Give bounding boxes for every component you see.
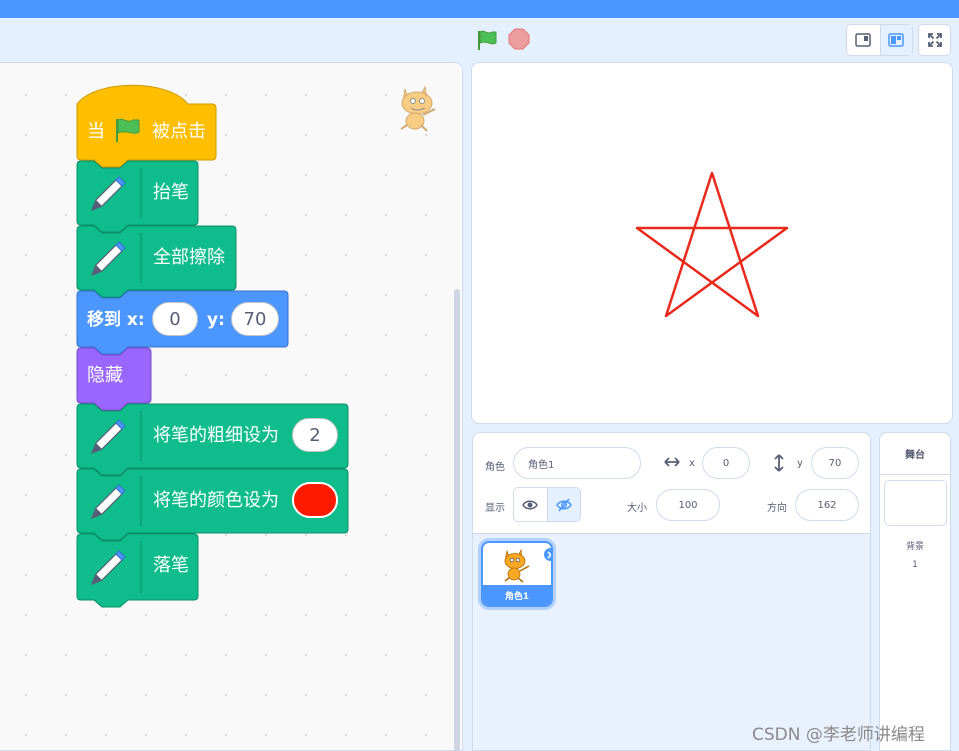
visibility-toggle	[513, 487, 581, 522]
stage-selector[interactable]: 舞台 背景 1	[879, 432, 951, 751]
stage-pane-title: 舞台	[880, 433, 950, 475]
pen-color-swatch[interactable]	[292, 482, 338, 518]
code-area[interactable]: 当 被点击 抬笔 全部擦除 移到 x: 0 y: 70 隐藏 将笔的粗细设为 2…	[0, 62, 463, 751]
script-blocks	[76, 84, 349, 608]
hat-prefix-label: 当	[87, 121, 105, 142]
watermark: CSDN @李老师讲编程	[752, 725, 925, 745]
sprite-tile-name: 角色1	[483, 585, 551, 605]
delete-sprite-button[interactable]	[543, 547, 551, 562]
x-arrow-icon	[664, 457, 680, 467]
eye-hidden-icon	[556, 497, 572, 512]
x-label: x	[689, 458, 695, 469]
stop-icon[interactable]	[508, 28, 530, 50]
code-area-scrollbar[interactable]	[454, 289, 460, 751]
direction-input[interactable]: 162	[795, 489, 859, 521]
pen-up-label: 抬笔	[153, 182, 189, 203]
y-label: y	[797, 458, 803, 469]
go-to-x-label: 移到 x:	[87, 310, 145, 330]
stage[interactable]	[471, 62, 953, 424]
sprite-name-input[interactable]: 角色1	[513, 447, 641, 479]
backdrops-count: 1	[912, 560, 918, 570]
sprite-info-panel: 角色 角色1 x 0 y 70 显示 大小 100 方向 162	[472, 432, 871, 534]
sprite-tile[interactable]: 角色1	[481, 541, 553, 607]
green-flag-icon[interactable]	[475, 28, 499, 52]
hide-sprite-button[interactable]	[546, 488, 580, 521]
go-to-y-label: y:	[207, 310, 225, 330]
small-stage-button[interactable]	[847, 25, 880, 55]
hide-label: 隐藏	[87, 365, 123, 386]
backdrop-thumbnail[interactable]	[884, 480, 947, 526]
x-input[interactable]: 0	[702, 447, 750, 479]
fullscreen-icon	[927, 33, 942, 47]
stage-controls	[0, 18, 959, 62]
pentagram-drawing	[635, 171, 789, 318]
direction-label: 方向	[767, 503, 787, 514]
size-label: 大小	[627, 503, 647, 514]
set-pen-color-label: 将笔的颜色设为	[153, 490, 279, 511]
sprite-cat-icon	[504, 548, 530, 583]
y-arrow-icon	[774, 454, 784, 472]
menu-bar	[0, 0, 959, 18]
set-pen-size-label: 将笔的粗细设为	[153, 425, 279, 446]
sprite-name-label: 角色	[485, 462, 505, 473]
normal-stage-icon	[888, 33, 904, 47]
pen-down-label: 落笔	[153, 555, 189, 576]
pen-size-input[interactable]: 2	[292, 418, 338, 452]
backdrops-label: 背景	[905, 542, 924, 552]
hat-suffix-label: 被点击	[152, 121, 206, 142]
y-input[interactable]: 70	[811, 447, 859, 479]
eye-icon	[522, 500, 539, 509]
normal-stage-button[interactable]	[879, 25, 912, 55]
size-input[interactable]: 100	[656, 489, 720, 521]
clear-label: 全部擦除	[153, 247, 225, 268]
fullscreen-button[interactable]	[918, 24, 951, 56]
stage-canvas	[635, 171, 789, 318]
show-label: 显示	[485, 503, 505, 514]
close-icon	[546, 550, 551, 559]
small-stage-icon	[855, 33, 871, 47]
go-to-y-input[interactable]: 70	[231, 302, 279, 336]
go-to-x-input[interactable]: 0	[152, 302, 198, 336]
show-sprite-button[interactable]	[514, 488, 547, 521]
stage-size-toggle	[846, 24, 913, 56]
sprite-list: 角色1	[472, 534, 871, 751]
